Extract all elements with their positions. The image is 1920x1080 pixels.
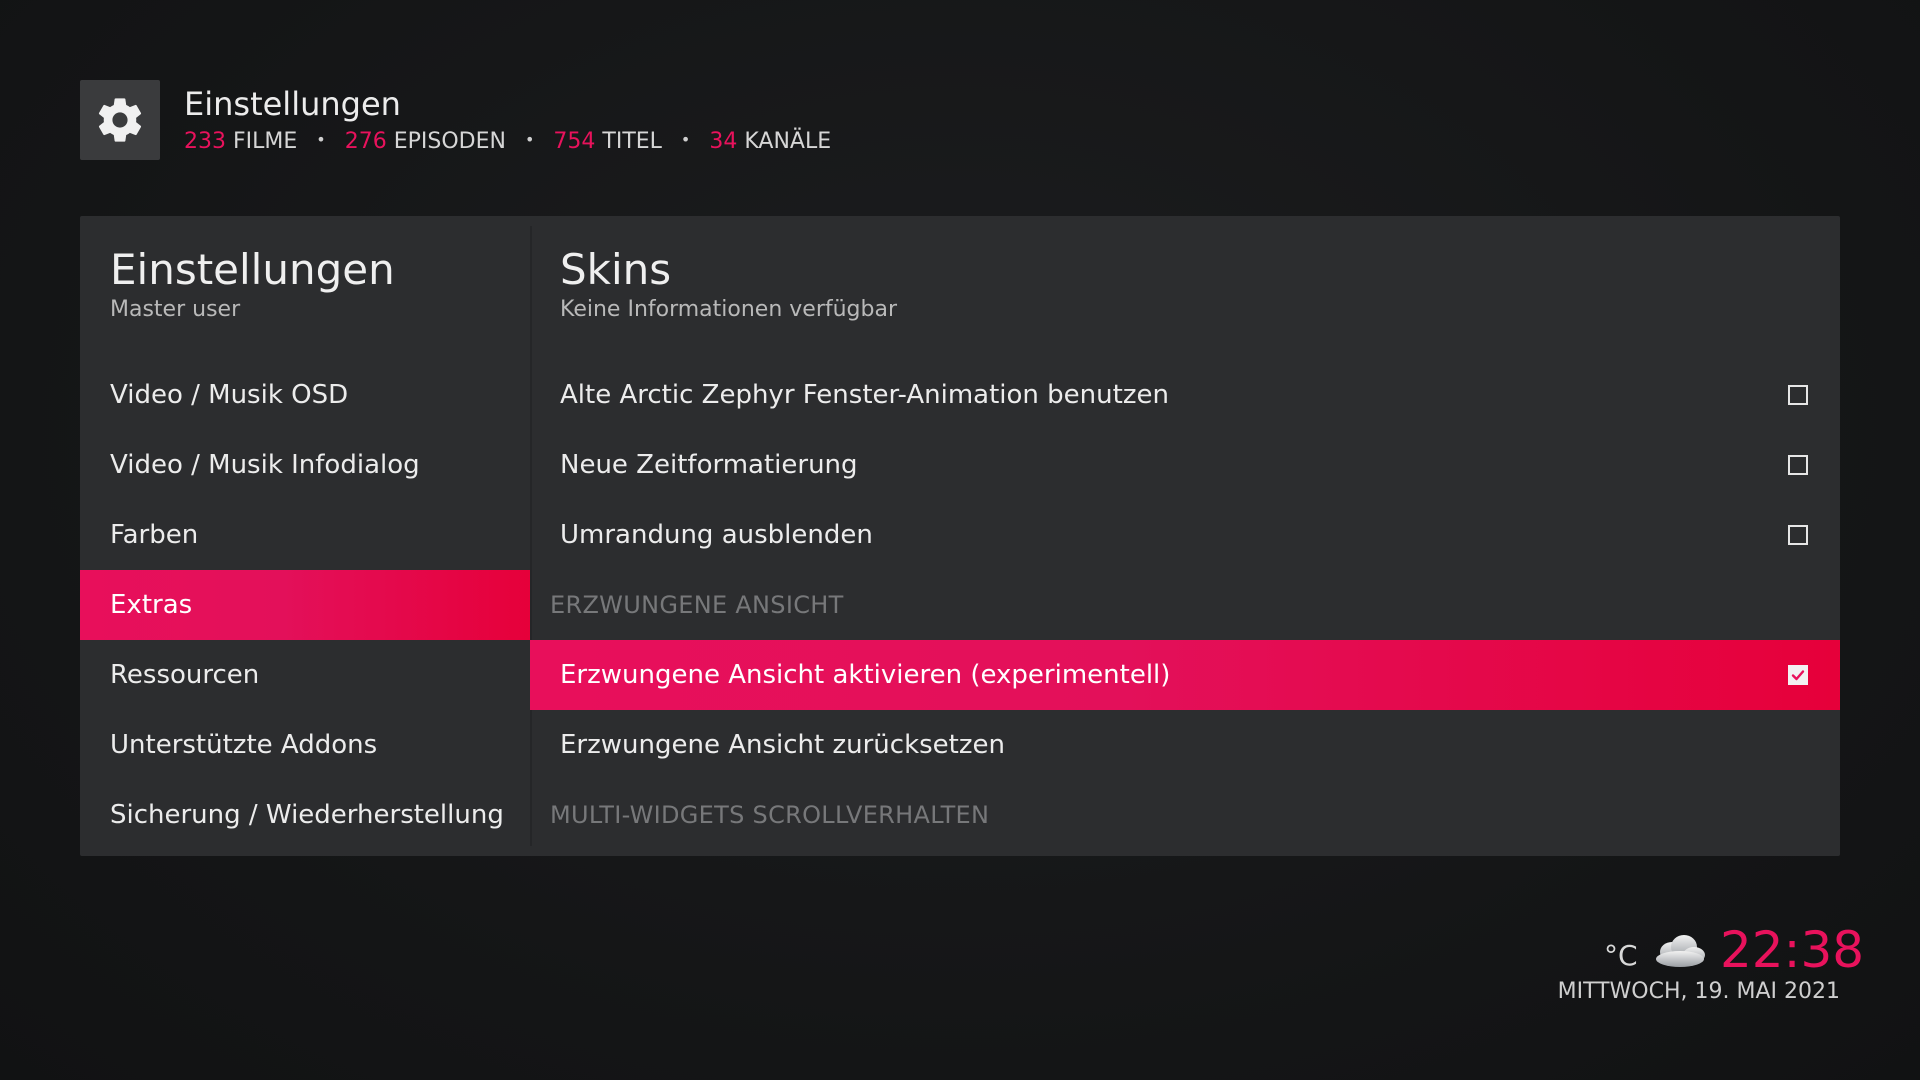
settings-header-icon-box — [80, 80, 160, 160]
settings-panel: Einstellungen Master user Video / Musik … — [80, 216, 1840, 856]
sidebar-item-farben[interactable]: Farben — [80, 500, 530, 570]
sidebar-title: Einstellungen — [110, 245, 395, 294]
clock-time: 22:38 — [1720, 921, 1865, 979]
setting-label: Umrandung ausblenden — [560, 520, 873, 550]
stat-separator: • — [316, 130, 326, 149]
sidebar-item-extras[interactable]: Extras — [80, 570, 530, 640]
section-label: ERZWUNGENE ANSICHT — [550, 591, 844, 619]
sidebar-item-ressourcen[interactable]: Ressourcen — [80, 640, 530, 710]
checkbox-unchecked[interactable] — [1788, 455, 1808, 475]
settings-list: Alte Arctic Zephyr Fenster-Animation ben… — [530, 360, 1840, 850]
setting-label: Neue Zeitformatierung — [560, 450, 858, 480]
checkbox-checked[interactable] — [1788, 665, 1808, 685]
setting-reset-forced-view[interactable]: Erzwungene Ansicht zurücksetzen — [530, 710, 1840, 780]
stat-separator: • — [680, 130, 691, 149]
cloud-icon — [1656, 935, 1705, 967]
section-header-forced-view: ERZWUNGENE ANSICHT — [530, 570, 1840, 640]
setting-enable-forced-view[interactable]: Erzwungene Ansicht aktivieren (experimen… — [530, 640, 1840, 710]
stat-separator: • — [524, 130, 535, 149]
setting-hide-border[interactable]: Umrandung ausblenden — [530, 500, 1840, 570]
content-subtitle: Keine Informationen verfügbar — [560, 297, 898, 322]
content-title: Skins — [560, 245, 672, 294]
sidebar-item-unterstuetzte-addons[interactable]: Unterstützte Addons — [80, 710, 530, 780]
stat-value-titles: 754 — [553, 129, 596, 154]
stat-value-movies: 233 — [184, 129, 226, 154]
checkmark-icon — [1791, 670, 1805, 681]
clock-date: MITTWOCH, 19. MAI 2021 — [1557, 979, 1840, 1004]
stat-value-episodes: 276 — [344, 129, 387, 154]
section-header-multi-widgets: MULTI-WIDGETS SCROLLVERHALTEN — [530, 780, 1840, 850]
setting-old-window-animation[interactable]: Alte Arctic Zephyr Fenster-Animation ben… — [530, 360, 1840, 430]
stat-label-titles: TITEL — [602, 129, 662, 154]
stat-label-channels: KANÄLE — [744, 129, 832, 154]
sidebar-subtitle: Master user — [110, 297, 241, 322]
page-title: Einstellungen — [184, 85, 401, 123]
sidebar-item-video-musik-infodialog[interactable]: Video / Musik Infodialog — [80, 430, 530, 500]
setting-new-time-format[interactable]: Neue Zeitformatierung — [530, 430, 1840, 500]
temperature-unit: °C — [1604, 939, 1638, 972]
library-stats: 233 FILME • 276 EPISODEN • 754 TITEL • 3… — [184, 126, 831, 156]
sidebar-item-sicherung-wiederherstellung[interactable]: Sicherung / Wiederherstellung — [80, 780, 530, 850]
stat-label-movies: FILME — [233, 129, 298, 154]
gear-icon — [98, 98, 142, 142]
sidebar-item-video-musik-osd[interactable]: Video / Musik OSD — [80, 360, 530, 430]
setting-label: Erzwungene Ansicht aktivieren (experimen… — [560, 660, 1171, 690]
category-list: Video / Musik OSD Video / Musik Infodial… — [80, 360, 530, 850]
stat-label-episodes: EPISODEN — [393, 129, 506, 154]
setting-label: Alte Arctic Zephyr Fenster-Animation ben… — [560, 380, 1169, 410]
section-label: MULTI-WIDGETS SCROLLVERHALTEN — [550, 801, 990, 829]
stat-value-channels: 34 — [709, 129, 738, 154]
setting-label: Erzwungene Ansicht zurücksetzen — [560, 730, 1005, 760]
checkbox-unchecked[interactable] — [1788, 385, 1808, 405]
checkbox-unchecked[interactable] — [1788, 525, 1808, 545]
